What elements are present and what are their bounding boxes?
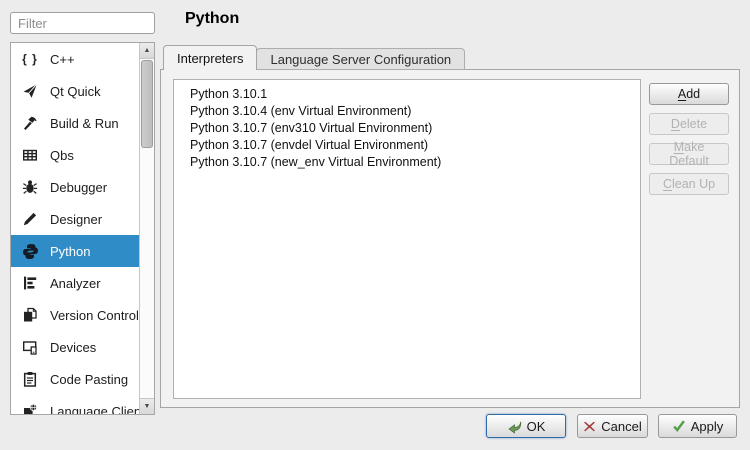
apply-check-icon [672,419,686,433]
sidebar-item-label: Debugger [50,179,108,195]
sidebar-item-label: Code Pasting [50,371,129,387]
make-default-button[interactable]: Make Default [649,140,729,168]
interpreter-item[interactable]: Python 3.10.1 [174,86,640,103]
sidebar-item-code-pasting[interactable]: Code Pasting [11,363,149,395]
sidebar-item-language-client[interactable]: Language Client [11,395,149,415]
delete-button[interactable]: Delete [649,113,729,135]
sidebar-item-label: Analyzer [50,275,101,291]
options-dialog: { } C++ Qt Quick Build & Run Qbs D [0,0,750,450]
sidebar-item-label: C++ [50,51,75,67]
interpreter-list[interactable]: Python 3.10.1 Python 3.10.4 (env Virtual… [173,79,641,399]
sidebar-item-python[interactable]: Python [11,235,149,267]
documents-icon [20,305,40,325]
analyzer-bars-icon [20,273,40,293]
sidebar-item-qt-quick[interactable]: Qt Quick [11,75,149,107]
scroll-down-icon[interactable]: ▼ [140,398,154,414]
sidebar-item-label: Language Client [50,403,145,415]
hammer-icon [20,113,40,133]
interpreter-item[interactable]: Python 3.10.7 (env310 Virtual Environmen… [174,120,640,137]
sidebar-item-debugger[interactable]: Debugger [11,171,149,203]
ok-button[interactable]: OK [486,414,566,438]
sidebar-item-label: Python [50,243,91,259]
pencil-icon [20,209,40,229]
tab-interpreters[interactable]: Interpreters [163,45,258,70]
sidebar-item-label: Qt Quick [50,83,101,99]
sidebar-item-analyzer[interactable]: Analyzer [11,267,149,299]
sidebar-item-cpp[interactable]: { } C++ [11,43,149,75]
sidebar-item-devices[interactable]: Devices [11,331,149,363]
apply-button[interactable]: Apply [658,414,737,438]
cpp-braces-icon: { } [22,52,38,66]
sidebar-item-qbs[interactable]: Qbs [11,139,149,171]
sidebar-item-build-run[interactable]: Build & Run [11,107,149,139]
interpreters-panel: Python 3.10.1 Python 3.10.4 (env Virtual… [160,69,740,408]
sidebar-scrollbar[interactable]: ▲ ▼ [139,43,154,414]
python-logo-icon [20,241,40,261]
sidebar-item-label: Devices [50,339,97,355]
language-client-icon [20,401,40,414]
clean-up-button[interactable]: Clean Up [649,173,729,195]
filter-input[interactable] [10,12,155,34]
ok-arrow-icon [507,419,522,434]
interpreter-item[interactable]: Python 3.10.7 (envdel Virtual Environmen… [174,137,640,154]
interpreter-item[interactable]: Python 3.10.4 (env Virtual Environment) [174,103,640,120]
sidebar-item-designer[interactable]: Designer [11,203,149,235]
scroll-up-icon[interactable]: ▲ [140,43,154,59]
category-list: { } C++ Qt Quick Build & Run Qbs Debugge… [10,42,155,415]
tab-language-server-configuration[interactable]: Language Server Configuration [256,48,466,70]
tab-bar: Interpreters Language Server Configurati… [160,45,466,70]
sidebar-item-label: Qbs [50,147,74,163]
clipboard-icon [20,369,40,389]
paper-plane-icon [20,81,40,101]
sidebar-item-label: Version Control [50,307,139,323]
sidebar-item-label: Designer [50,211,103,227]
cancel-button[interactable]: Cancel [577,414,648,438]
page-title: Python [185,10,240,27]
sidebar-item-version-control[interactable]: Version Control [11,299,149,331]
grid-table-icon [20,145,40,165]
cancel-x-icon [583,420,596,433]
scrollbar-thumb[interactable] [141,60,153,148]
devices-icon [20,337,40,357]
bug-icon [20,177,40,197]
interpreter-item[interactable]: Python 3.10.7 (new_env Virtual Environme… [174,154,640,171]
add-button[interactable]: Add [649,83,729,105]
sidebar-item-label: Build & Run [50,115,119,131]
